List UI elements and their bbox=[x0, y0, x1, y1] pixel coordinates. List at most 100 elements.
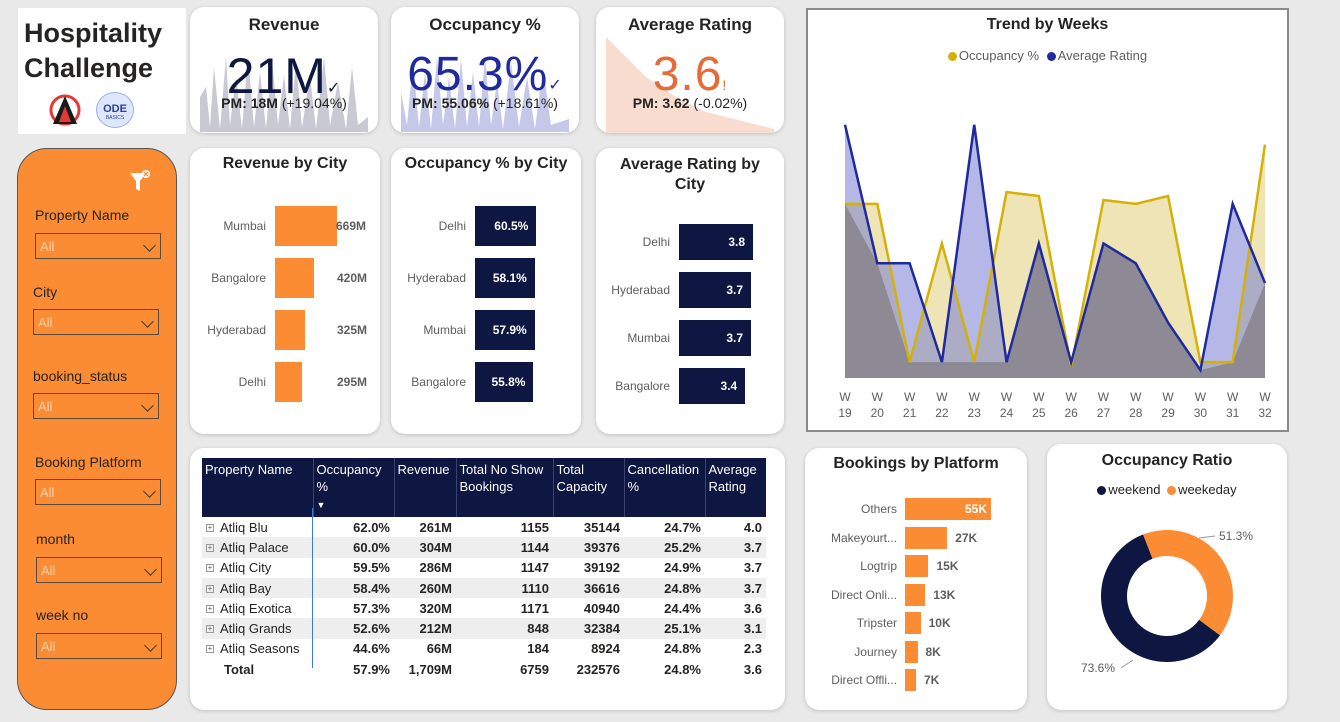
table-cell: 40940 bbox=[583, 600, 620, 616]
column-header[interactable]: Cancellation % bbox=[624, 458, 706, 517]
revenue-bar-label: 420M bbox=[337, 271, 368, 285]
filter-select-platform[interactable]: All bbox=[35, 479, 161, 505]
filter-select-booking-status[interactable]: All bbox=[33, 393, 159, 419]
revenue-bar[interactable] bbox=[275, 258, 314, 298]
filter-select-city[interactable]: All bbox=[33, 309, 159, 335]
expand-icon[interactable]: + bbox=[206, 625, 214, 634]
column-header[interactable]: Average Rating bbox=[705, 458, 766, 517]
expand-icon[interactable]: + bbox=[206, 604, 214, 613]
platform-bar[interactable] bbox=[905, 669, 916, 691]
platform-bar-label: 55K bbox=[965, 502, 988, 516]
column-header[interactable]: Property Name bbox=[202, 458, 314, 517]
table-cell: 62.0% bbox=[353, 519, 390, 535]
platform-bar[interactable] bbox=[905, 526, 948, 549]
expand-icon[interactable]: + bbox=[206, 584, 214, 593]
kpi-rating-value: 3.6! bbox=[596, 47, 784, 102]
filter-select-property[interactable]: All bbox=[35, 233, 161, 259]
total-cell: 232576 bbox=[553, 659, 624, 680]
occupancy-bar[interactable]: 55.8% bbox=[475, 362, 534, 402]
table-cell: 24.9% bbox=[664, 560, 701, 576]
table-cell: 1144 bbox=[456, 537, 553, 558]
x-tick-label: W bbox=[1130, 390, 1142, 404]
table-cell: 39376 bbox=[553, 537, 624, 558]
column-header[interactable]: Total Capacity bbox=[553, 458, 625, 517]
table-row[interactable]: + Atliq Palace 60.0% 304M 1144 39376 25.2% 3.7 bbox=[202, 537, 766, 558]
total-cell: 3.6 bbox=[705, 659, 766, 680]
revenue-bar[interactable] bbox=[275, 206, 337, 246]
revenue-bar[interactable] bbox=[275, 310, 306, 350]
expand-icon[interactable]: + bbox=[206, 564, 214, 573]
table-cell: 184 bbox=[527, 641, 549, 657]
platform-label: Logtrip bbox=[860, 559, 897, 573]
table-row[interactable]: + Atliq Exotica 57.3% 320M 1171 40940 24.4% 3.6 bbox=[202, 598, 766, 618]
platform-bar-label: 10K bbox=[928, 616, 951, 630]
x-tick-label: 31 bbox=[1226, 406, 1240, 420]
expand-icon[interactable]: + bbox=[206, 543, 214, 552]
kpi-rating-card[interactable]: Average Rating 3.6! PM: 3.62 (-0.02%) bbox=[596, 7, 784, 133]
filter-label-month: month bbox=[36, 531, 75, 547]
platform-bar[interactable] bbox=[905, 612, 921, 634]
table-cell: 44.6% bbox=[353, 641, 390, 657]
filter-select-week[interactable]: All bbox=[36, 633, 162, 659]
table-row[interactable]: + Atliq Blu 62.0% 261M 1155 35144 24.7% 4.0 bbox=[202, 517, 766, 537]
occupancy-ratio-card[interactable]: Occupancy Ratio weekend weekeday 51.3% 73… bbox=[1047, 444, 1287, 710]
kpi-occupancy-pm: PM: 55.06% (+18.61%) bbox=[391, 95, 579, 111]
table-cell: 8924 bbox=[591, 641, 620, 657]
table-row[interactable]: + Atliq Seasons 44.6% 66M 184 8924 24.8% 2.3 bbox=[202, 639, 766, 659]
property-table: Property Name Occupancy % ▼ Revenue Total… bbox=[202, 458, 766, 680]
column-header[interactable]: Revenue bbox=[394, 458, 457, 517]
column-header[interactable]: Total No Show Bookings bbox=[456, 458, 554, 517]
table-cell: 3.7 bbox=[705, 537, 766, 558]
revenue-by-city-card[interactable]: Revenue by City Mumbai 669M Bangalore 420M H… bbox=[190, 148, 380, 434]
rating-bar[interactable]: 3.7 bbox=[679, 320, 752, 356]
rating-bar[interactable]: 3.8 bbox=[679, 224, 753, 260]
weekday-slice[interactable] bbox=[1143, 530, 1233, 636]
property-table-card[interactable]: Property Name Occupancy % ▼ Revenue Total… bbox=[190, 448, 785, 710]
kpi-revenue-pm-label: PM: 18M bbox=[221, 95, 278, 111]
kpi-rating-title: Average Rating bbox=[627, 15, 753, 34]
occupancy-bar[interactable]: 57.9% bbox=[475, 310, 535, 350]
kpi-revenue-card[interactable]: Revenue 21M✓ PM: 18M (+19.04%) bbox=[190, 7, 378, 133]
table-cell: 1110 bbox=[456, 577, 553, 599]
rating-bar[interactable]: 3.7 bbox=[679, 272, 752, 308]
filter-label-week: week no bbox=[36, 607, 89, 623]
occupancy-by-city-card[interactable]: Occupancy % by City Delhi 60.5% Hyderabad 5… bbox=[391, 148, 581, 434]
table-row[interactable]: + Atliq Grands 52.6% 212M 848 32384 25.1% 3.1 bbox=[202, 618, 766, 639]
kpi-revenue-pm: PM: 18M (+19.04%) bbox=[190, 95, 378, 111]
x-tick-label: W bbox=[1227, 390, 1239, 404]
platform-bar[interactable] bbox=[905, 555, 929, 577]
chevron-down-icon bbox=[144, 639, 157, 652]
codebasics-logo-icon: ODE BASICS bbox=[96, 92, 134, 128]
x-tick-label: W bbox=[969, 390, 981, 404]
revenue-bar[interactable] bbox=[275, 362, 303, 402]
property-name-cell: + Atliq City bbox=[202, 558, 313, 578]
platform-bar[interactable] bbox=[905, 583, 926, 606]
clear-filter-icon[interactable] bbox=[128, 169, 152, 195]
kpi-occupancy-number: 65.3% bbox=[407, 48, 549, 101]
rating-by-city-card[interactable]: Average Rating by City Delhi 3.8 Hyderabad… bbox=[596, 148, 784, 434]
table-row[interactable]: + Atliq Bay 58.4% 260M 1110 36616 24.8% 3.7 bbox=[202, 577, 766, 599]
total-cell: 24.8% bbox=[624, 659, 705, 680]
expand-icon[interactable]: + bbox=[206, 645, 214, 654]
x-tick-label: W bbox=[1065, 390, 1077, 404]
rating-bar[interactable]: 3.4 bbox=[679, 368, 746, 404]
revenue-by-city-title: Revenue by City bbox=[222, 155, 348, 172]
expand-icon[interactable]: + bbox=[206, 523, 214, 532]
weekend-label: 73.6% bbox=[1081, 661, 1115, 675]
logo-subtext: BASICS bbox=[105, 115, 125, 121]
table-cell: 3.7 bbox=[743, 560, 762, 576]
table-row[interactable]: + Atliq City 59.5% 286M 1147 39192 24.9% 3.7 bbox=[202, 558, 766, 578]
platform-bar[interactable] bbox=[905, 640, 918, 663]
kpi-revenue-title: Revenue bbox=[248, 15, 320, 34]
chevron-down-icon bbox=[141, 399, 154, 412]
occupancy-bar[interactable]: 60.5% bbox=[475, 206, 537, 246]
filter-value: All bbox=[38, 399, 53, 414]
occupancy-bar[interactable]: 58.1% bbox=[475, 258, 535, 298]
kpi-occupancy-card[interactable]: Occupancy % 65.3%✓ PM: 55.06% (+18.61%) bbox=[391, 7, 579, 133]
property-name: Atliq Bay bbox=[220, 580, 272, 596]
filter-select-month[interactable]: All bbox=[36, 557, 162, 583]
property-name-cell: + Atliq Grands bbox=[202, 618, 313, 639]
trend-by-weeks-card[interactable]: Trend by Weeks Occupancy % Average Ratin… bbox=[806, 8, 1289, 432]
column-header-occupancy[interactable]: Occupancy % ▼ bbox=[313, 458, 395, 517]
bookings-by-platform-card[interactable]: Bookings by Platform Others 55K Makeyourt.… bbox=[805, 448, 1027, 710]
